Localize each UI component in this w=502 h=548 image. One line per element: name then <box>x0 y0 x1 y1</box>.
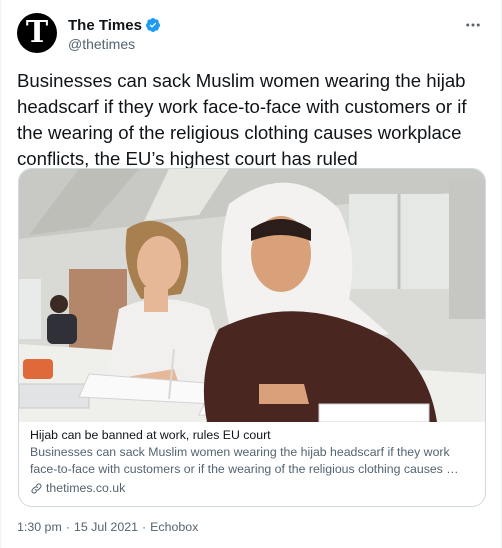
avatar[interactable]: T <box>17 13 57 53</box>
card-domain[interactable]: thetimes.co.uk <box>30 481 475 495</box>
tweet-date[interactable]: 15 Jul 2021 <box>74 520 138 534</box>
verified-badge-icon <box>145 18 160 32</box>
separator: · <box>65 520 70 534</box>
tweet-header: T The Times @thetimes <box>17 13 485 55</box>
tweet: T The Times @thetimes Businesses can sac… <box>0 0 502 548</box>
card-domain-text: thetimes.co.uk <box>46 481 126 495</box>
card-meta: Hijab can be banned at work, rules EU co… <box>30 427 475 495</box>
tweet-source[interactable]: Echobox <box>150 520 198 534</box>
tweet-text: Businesses can sack Muslim women wearing… <box>17 70 467 169</box>
link-icon <box>31 482 42 494</box>
avatar-letter: T <box>25 15 49 50</box>
name-row: The Times <box>68 15 161 35</box>
card-description: Businesses can sack Muslim women wearing… <box>30 445 459 476</box>
card-title[interactable]: Hijab can be banned at work, rules EU co… <box>30 427 475 444</box>
author-names: The Times @thetimes <box>68 15 161 52</box>
tweet-timestamp: 1:30 pm · 15 Jul 2021 · Echobox <box>17 520 198 534</box>
ellipsis-icon <box>466 23 480 27</box>
handle[interactable]: @thetimes <box>68 36 161 52</box>
tweet-time[interactable]: 1:30 pm <box>17 520 62 534</box>
link-card[interactable]: Hijab can be banned at work, rules EU co… <box>18 168 486 507</box>
display-name[interactable]: The Times <box>68 17 142 34</box>
separator: · <box>142 520 147 534</box>
more-options-icon[interactable] <box>463 15 483 35</box>
card-image[interactable] <box>19 169 485 422</box>
